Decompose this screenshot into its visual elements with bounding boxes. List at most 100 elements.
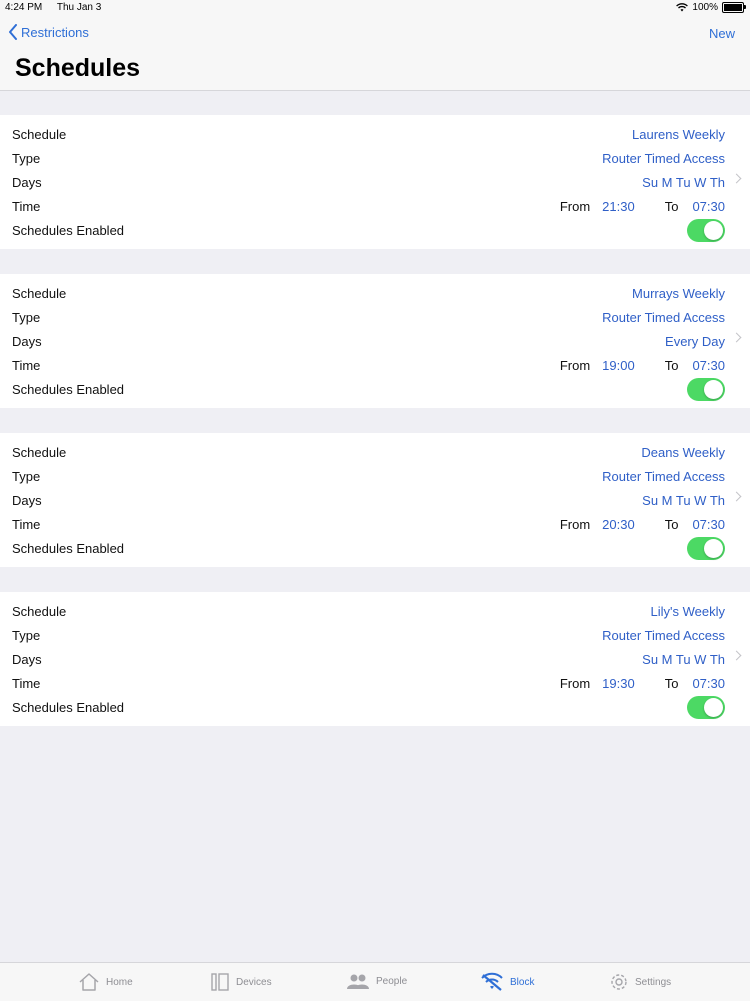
time-label: Time [12, 675, 41, 691]
days-value[interactable]: Every Day [665, 334, 725, 349]
tab-settings[interactable]: Settings [609, 972, 671, 992]
schedule-card: Schedule Murrays Weekly Type Router Time… [0, 274, 750, 408]
type-row[interactable]: Type Router Timed Access [0, 623, 750, 647]
type-label: Type [12, 150, 41, 166]
time-label: Time [12, 516, 41, 532]
from-time-value[interactable]: 19:30 [602, 676, 635, 691]
type-label: Type [12, 309, 41, 325]
to-label: To [664, 198, 679, 214]
from-label: From [559, 516, 591, 532]
time-range: From 20:30 To 07:30 [560, 517, 725, 532]
schedule-name-row[interactable]: Schedule Laurens Weekly [0, 122, 750, 146]
days-row[interactable]: Days Every Day [0, 329, 750, 353]
battery-icon [722, 2, 746, 13]
time-range: From 19:30 To 07:30 [560, 676, 725, 691]
schedule-label: Schedule [12, 126, 67, 142]
type-value[interactable]: Router Timed Access [602, 151, 725, 166]
status-date: Thu Jan 3 [56, 2, 102, 13]
time-range: From 21:30 To 07:30 [560, 199, 725, 214]
from-time-value[interactable]: 20:30 [602, 517, 635, 532]
from-label: From [559, 357, 591, 373]
to-label: To [664, 357, 679, 373]
tab-label: Home [106, 976, 133, 988]
schedule-name-value[interactable]: Laurens Weekly [632, 127, 725, 142]
schedule-name-row[interactable]: Schedule Murrays Weekly [0, 281, 750, 305]
toggle-knob [704, 220, 723, 240]
type-value[interactable]: Router Timed Access [602, 469, 725, 484]
schedule-name-value[interactable]: Lily's Weekly [651, 604, 725, 619]
from-time-value[interactable]: 21:30 [602, 199, 635, 214]
time-row: Time From 20:30 To 07:30 [0, 512, 750, 536]
days-row[interactable]: Days Su M Tu W Th [0, 647, 750, 671]
tab-label: Settings [635, 976, 672, 988]
days-label: Days [12, 174, 42, 190]
navigation-bar: Restrictions New Schedules [0, 16, 750, 91]
to-time-value[interactable]: 07:30 [692, 517, 725, 532]
new-button[interactable]: New [709, 26, 735, 41]
schedules-enabled-toggle[interactable] [687, 695, 725, 719]
enabled-row: Schedules Enabled [0, 536, 750, 560]
type-value[interactable]: Router Timed Access [602, 628, 725, 643]
time-row: Time From 19:00 To 07:30 [0, 353, 750, 377]
gear-icon [609, 972, 629, 992]
type-row[interactable]: Type Router Timed Access [0, 464, 750, 488]
schedule-name-row[interactable]: Schedule Lily's Weekly [0, 599, 750, 623]
battery-percent: 100% [692, 2, 718, 13]
schedule-name-row[interactable]: Schedule Deans Weekly [0, 440, 750, 464]
page-title: Schedules [15, 54, 141, 82]
enabled-row: Schedules Enabled [0, 218, 750, 242]
schedules-enabled-toggle[interactable] [687, 218, 725, 242]
time-range: From 19:00 To 07:30 [560, 358, 725, 373]
back-button[interactable]: Restrictions [8, 24, 89, 40]
days-value[interactable]: Su M Tu W Th [642, 652, 725, 667]
people-icon [346, 972, 370, 990]
status-time: 4:24 PM [5, 2, 43, 13]
home-icon [78, 972, 100, 992]
schedules-enabled-toggle[interactable] [687, 377, 725, 401]
status-bar: 4:24 PM Thu Jan 3 100% [0, 0, 750, 16]
tab-people[interactable]: People [346, 972, 407, 990]
schedule-label: Schedule [12, 285, 67, 301]
time-row: Time From 19:30 To 07:30 [0, 671, 750, 695]
days-label: Days [12, 492, 42, 508]
schedule-card: Schedule Deans Weekly Type Router Timed … [0, 433, 750, 567]
enabled-label: Schedules Enabled [12, 540, 125, 556]
chevron-right-icon [731, 491, 742, 502]
to-time-value[interactable]: 07:30 [692, 358, 725, 373]
schedule-list: Schedule Laurens Weekly Type Router Time… [0, 115, 750, 751]
from-label: From [559, 675, 591, 691]
tab-block[interactable]: Block [480, 972, 534, 992]
time-label: Time [12, 357, 41, 373]
tab-label: Block [510, 976, 535, 988]
schedules-enabled-toggle[interactable] [687, 536, 725, 560]
toggle-knob [704, 379, 723, 399]
to-label: To [664, 516, 679, 532]
schedule-label: Schedule [12, 444, 67, 460]
schedule-card: Schedule Laurens Weekly Type Router Time… [0, 115, 750, 249]
time-row: Time From 21:30 To 07:30 [0, 194, 750, 218]
schedule-name-value[interactable]: Deans Weekly [641, 445, 725, 460]
time-label: Time [12, 198, 41, 214]
back-button-label: Restrictions [21, 24, 89, 40]
type-row[interactable]: Type Router Timed Access [0, 305, 750, 329]
tab-label: People [376, 975, 408, 987]
days-value[interactable]: Su M Tu W Th [642, 175, 725, 190]
devices-icon [210, 972, 230, 992]
to-time-value[interactable]: 07:30 [692, 676, 725, 691]
to-time-value[interactable]: 07:30 [692, 199, 725, 214]
from-time-value[interactable]: 19:00 [602, 358, 635, 373]
tab-home[interactable]: Home [78, 972, 133, 992]
type-label: Type [12, 468, 41, 484]
type-value[interactable]: Router Timed Access [602, 310, 725, 325]
chevron-left-icon [9, 24, 17, 40]
type-row[interactable]: Type Router Timed Access [0, 146, 750, 170]
schedule-name-value[interactable]: Murrays Weekly [632, 286, 725, 301]
days-label: Days [12, 651, 42, 667]
schedule-card: Schedule Lily's Weekly Type Router Timed… [0, 592, 750, 726]
enabled-label: Schedules Enabled [12, 222, 125, 238]
days-row[interactable]: Days Su M Tu W Th [0, 488, 750, 512]
tab-devices[interactable]: Devices [210, 972, 272, 992]
days-value[interactable]: Su M Tu W Th [642, 493, 725, 508]
enabled-label: Schedules Enabled [12, 381, 125, 397]
days-row[interactable]: Days Su M Tu W Th [0, 170, 750, 194]
